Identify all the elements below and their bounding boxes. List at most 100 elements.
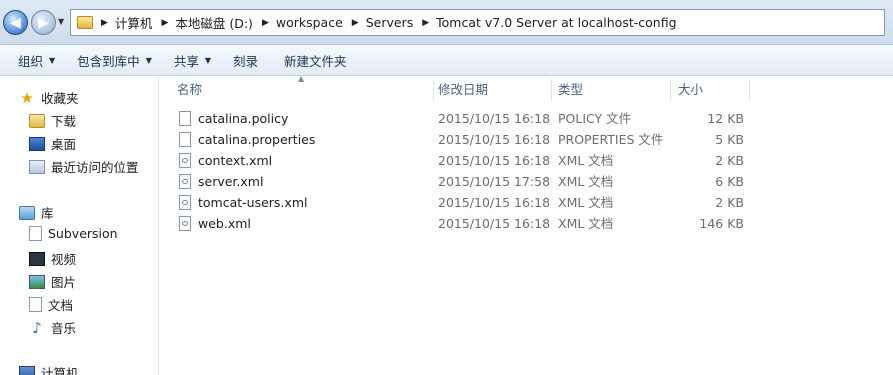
column-name-label: 名称	[177, 82, 203, 97]
desktop-icon	[29, 136, 45, 151]
file-row[interactable]: server.xml 2015/10/15 17:58 XML 文档 6 KB	[159, 171, 893, 192]
column-divider[interactable]	[670, 79, 671, 101]
file-icon	[179, 132, 191, 147]
file-row[interactable]: context.xml 2015/10/15 16:18 XML 文档 2 KB	[159, 150, 893, 171]
nav-favorites-label: 收藏夹	[41, 91, 79, 106]
breadcrumb-current-folder[interactable]: Tomcat v7.0 Server at localhost-config	[436, 15, 676, 30]
breadcrumb-computer[interactable]: 计算机	[115, 13, 153, 32]
nav-libraries[interactable]: 库	[19, 203, 54, 222]
nav-recent-label: 最近访问的位置	[51, 160, 139, 175]
recent-places-icon	[29, 159, 45, 174]
nav-pictures-label: 图片	[51, 275, 77, 290]
chevron-right-icon[interactable]: ▶	[161, 18, 168, 28]
file-name: tomcat-users.xml	[198, 195, 308, 210]
chevron-down-icon: ▼	[49, 55, 56, 65]
nav-documents[interactable]: 文档	[29, 295, 73, 314]
documents-icon	[29, 297, 42, 312]
file-list-pane: ▲ 名称 修改日期 类型 大小 catalina.policy 2015/10/…	[159, 74, 893, 375]
include-in-library-button[interactable]: 包含到库中 ▼	[69, 51, 160, 70]
new-folder-label: 新建文件夹	[284, 53, 347, 69]
star-icon: ★	[20, 88, 34, 107]
breadcrumb-servers[interactable]: Servers	[366, 15, 414, 30]
breadcrumb-workspace[interactable]: workspace	[276, 15, 343, 30]
nav-recent-places[interactable]: 最近访问的位置	[29, 157, 139, 176]
music-note-icon: ♪	[32, 318, 42, 337]
chevron-right-icon[interactable]: ▶	[262, 18, 269, 28]
file-name: catalina.properties	[198, 132, 316, 147]
column-header-date[interactable]: 修改日期	[438, 76, 548, 101]
file-type: POLICY 文件	[558, 111, 632, 126]
burn-button[interactable]: 刻录	[225, 51, 266, 70]
nav-desktop-label: 桌面	[51, 137, 77, 152]
share-button[interactable]: 共享 ▼	[166, 51, 219, 70]
file-date: 2015/10/15 16:18	[438, 153, 551, 168]
organize-button[interactable]: 组织 ▼	[10, 51, 63, 70]
nav-subversion[interactable]: Subversion	[29, 226, 118, 241]
new-folder-button[interactable]: 新建文件夹	[276, 51, 355, 70]
file-size: 2 KB	[715, 195, 744, 210]
file-row[interactable]: catalina.properties 2015/10/15 16:18 PRO…	[159, 129, 893, 150]
nav-computer-label: 计算机	[41, 366, 79, 375]
chevron-right-icon[interactable]: ▶	[101, 18, 108, 28]
command-toolbar: 组织 ▼ 包含到库中 ▼ 共享 ▼ 刻录 新建文件夹	[0, 45, 893, 76]
back-button[interactable]: ◀	[3, 10, 28, 35]
file-name: catalina.policy	[198, 111, 289, 126]
share-label: 共享	[173, 53, 199, 69]
file-date: 2015/10/15 17:58	[438, 174, 551, 189]
column-divider[interactable]	[551, 79, 552, 101]
nav-pictures[interactable]: 图片	[29, 272, 76, 291]
nav-documents-label: 文档	[48, 298, 74, 313]
videos-icon	[29, 251, 45, 266]
nav-downloads-label: 下载	[51, 114, 77, 129]
nav-computer[interactable]: 计算机	[19, 363, 79, 375]
file-type: XML 文档	[558, 153, 614, 168]
file-size: 146 KB	[699, 216, 744, 231]
file-row[interactable]: tomcat-users.xml 2015/10/15 16:18 XML 文档…	[159, 192, 893, 213]
pictures-icon	[29, 274, 45, 289]
column-type-label: 类型	[558, 82, 584, 97]
file-row[interactable]: web.xml 2015/10/15 16:18 XML 文档 146 KB	[159, 213, 893, 234]
nav-libraries-label: 库	[41, 206, 54, 221]
file-size: 5 KB	[715, 132, 744, 147]
back-arrow-icon: ◀	[10, 14, 21, 31]
nav-downloads[interactable]: 下载	[29, 111, 76, 130]
xml-file-icon	[179, 174, 191, 189]
nav-music[interactable]: ♪ 音乐	[29, 318, 76, 337]
nav-favorites[interactable]: ★ 收藏夹	[19, 88, 79, 107]
organize-label: 组织	[18, 53, 44, 69]
xml-file-icon	[179, 216, 191, 231]
chevron-right-icon[interactable]: ▶	[422, 18, 429, 28]
column-header-name[interactable]: 名称	[177, 76, 432, 101]
file-type: PROPERTIES 文件	[558, 132, 664, 147]
file-date: 2015/10/15 16:18	[438, 132, 551, 147]
chevron-down-icon: ▼	[204, 55, 212, 65]
file-name: web.xml	[198, 216, 251, 231]
nav-music-label: 音乐	[51, 321, 77, 336]
file-icon	[179, 111, 191, 126]
column-date-label: 修改日期	[438, 82, 489, 97]
recent-pages-dropdown-icon[interactable]: ▼	[58, 17, 64, 26]
column-divider[interactable]	[749, 79, 750, 101]
computer-icon	[19, 365, 35, 375]
libraries-icon	[19, 205, 35, 220]
subversion-library-icon	[29, 226, 42, 241]
file-name: context.xml	[198, 153, 273, 168]
chevron-right-icon[interactable]: ▶	[352, 18, 359, 28]
chevron-down-icon: ▼	[145, 55, 152, 65]
nav-subversion-label: Subversion	[48, 226, 118, 241]
folder-icon	[77, 16, 93, 29]
nav-desktop[interactable]: 桌面	[29, 134, 76, 153]
nav-videos[interactable]: 视频	[29, 249, 76, 268]
file-date: 2015/10/15 16:18	[438, 111, 551, 126]
nav-videos-label: 视频	[51, 252, 77, 267]
forward-arrow-icon: ▶	[38, 14, 49, 31]
column-divider[interactable]	[433, 79, 434, 101]
column-header-type[interactable]: 类型	[558, 76, 668, 101]
column-header-size[interactable]: 大小	[678, 76, 758, 101]
breadcrumb-drive-d[interactable]: 本地磁盘 (D:)	[175, 13, 253, 32]
forward-button[interactable]: ▶	[31, 10, 56, 35]
downloads-folder-icon	[29, 113, 45, 128]
address-bar[interactable]: ▶ 计算机 ▶ 本地磁盘 (D:) ▶ workspace ▶ Servers …	[70, 9, 885, 36]
file-size: 12 KB	[707, 111, 744, 126]
file-row[interactable]: catalina.policy 2015/10/15 16:18 POLICY …	[159, 108, 893, 129]
